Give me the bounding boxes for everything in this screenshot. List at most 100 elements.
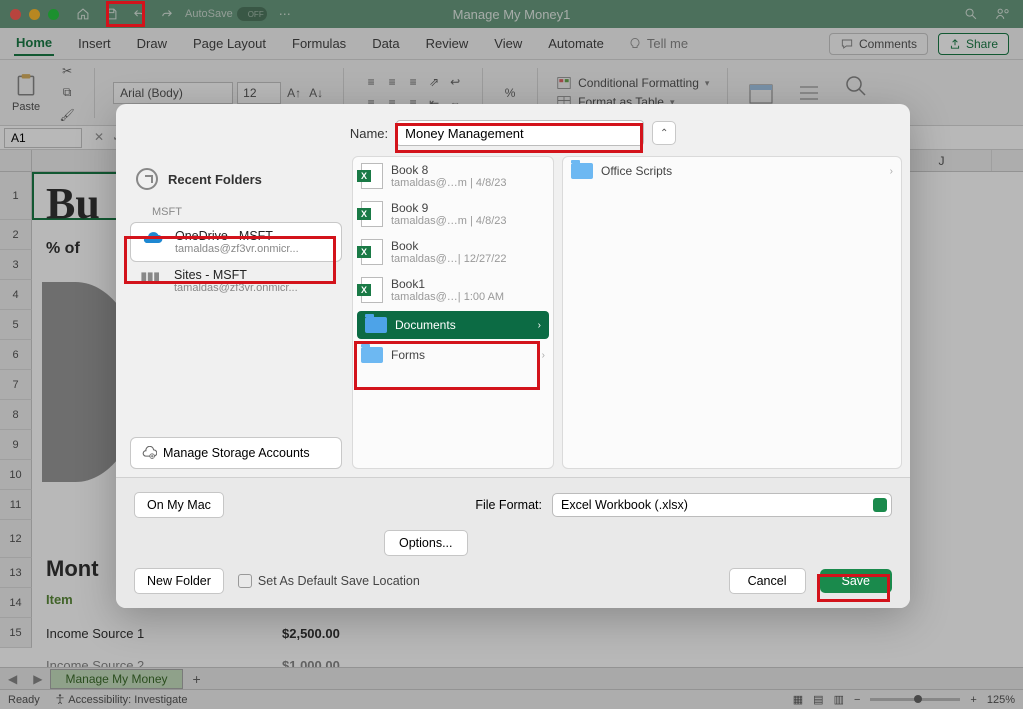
increase-font-icon[interactable]: A↑ — [285, 84, 303, 102]
save-dialog: Name: ⌃ Recent Folders MSFT OneDrive - M… — [116, 104, 910, 608]
tab-page-layout[interactable]: Page Layout — [191, 32, 268, 55]
file-item[interactable]: Book 9tamaldas@…m | 4/8/23 — [353, 195, 553, 233]
cut-icon[interactable]: ✂ — [58, 62, 76, 80]
default-location-checkbox[interactable]: Set As Default Save Location — [238, 574, 420, 588]
row-15[interactable]: 15 — [0, 618, 32, 648]
zoom-slider[interactable] — [870, 698, 960, 701]
document-title: Manage My Money1 — [453, 7, 571, 22]
folder-documents[interactable]: Documents › — [357, 311, 549, 339]
view-page-break-icon[interactable]: ▥ — [834, 693, 844, 706]
cancel-button[interactable]: Cancel — [729, 568, 806, 594]
folder-office-scripts[interactable]: Office Scripts › — [563, 157, 901, 185]
expand-dialog-icon[interactable]: ⌃ — [652, 121, 676, 145]
tab-home[interactable]: Home — [14, 31, 54, 56]
redo-icon[interactable] — [157, 4, 177, 24]
pct-label: % of — [46, 240, 80, 258]
sheet-nav-next-icon[interactable]: ▶ — [25, 672, 50, 686]
folder-icon — [361, 347, 383, 363]
paste-group[interactable]: Paste — [12, 72, 40, 113]
row-9[interactable]: 9 — [0, 430, 32, 460]
add-sheet-icon[interactable]: + — [183, 671, 211, 687]
row-13[interactable]: 13 — [0, 558, 32, 588]
filename-input[interactable] — [396, 120, 644, 146]
zoom-window-icon[interactable] — [48, 9, 59, 20]
folder-forms[interactable]: Forms › — [353, 341, 553, 369]
tab-formulas[interactable]: Formulas — [290, 32, 348, 55]
manage-storage-button[interactable]: Manage Storage Accounts — [130, 437, 342, 469]
orientation-icon[interactable]: ⇗ — [425, 73, 443, 91]
manage-storage-label: Manage Storage Accounts — [163, 446, 310, 460]
accessibility-status[interactable]: Accessibility: Investigate — [54, 693, 188, 706]
row-4[interactable]: 4 — [0, 280, 32, 310]
file-item[interactable]: Book1tamaldas@…| 1:00 AM — [353, 271, 553, 309]
conditional-formatting-button[interactable]: Conditional Formatting ▾ — [556, 76, 709, 90]
sheet-nav-prev-icon[interactable]: ◀ — [0, 672, 25, 686]
font-size-select[interactable]: 12 — [237, 82, 281, 104]
status-ready: Ready — [8, 694, 40, 706]
undo-icon[interactable] — [129, 4, 149, 24]
file-format-select[interactable]: Excel Workbook (.xlsx) — [552, 493, 892, 517]
overflow-icon[interactable]: ⋯ — [275, 4, 295, 24]
on-my-mac-button[interactable]: On My Mac — [134, 492, 224, 518]
row-6[interactable]: 6 — [0, 340, 32, 370]
chevron-right-icon: › — [890, 166, 893, 177]
view-normal-icon[interactable]: ▦ — [793, 693, 803, 706]
row-10[interactable]: 10 — [0, 460, 32, 490]
row-5[interactable]: 5 — [0, 310, 32, 340]
row-7[interactable]: 7 — [0, 370, 32, 400]
autosave-toggle[interactable]: AutoSave OFF — [185, 7, 267, 21]
view-page-layout-icon[interactable]: ▤ — [813, 693, 823, 706]
row-1[interactable]: 1 — [0, 172, 32, 220]
new-folder-button[interactable]: New Folder — [134, 568, 224, 594]
options-button[interactable]: Options... — [384, 530, 468, 556]
minimize-window-icon[interactable] — [29, 9, 40, 20]
percent-icon[interactable]: % — [501, 84, 519, 102]
file-item[interactable]: Book 8tamaldas@…m | 4/8/23 — [353, 157, 553, 195]
tab-insert[interactable]: Insert — [76, 32, 113, 55]
align-top-icon[interactable]: ≡ — [362, 73, 380, 91]
row-3[interactable]: 3 — [0, 250, 32, 280]
align-middle-icon[interactable]: ≡ — [383, 73, 401, 91]
save-button[interactable]: Save — [820, 569, 893, 593]
recent-folders[interactable]: Recent Folders — [130, 160, 342, 198]
wrap-icon[interactable]: ↩ — [446, 73, 464, 91]
format-painter-icon[interactable]: 🖌 — [58, 106, 76, 124]
copy-icon[interactable]: ⧉ — [58, 84, 76, 102]
tab-review[interactable]: Review — [424, 32, 471, 55]
font-name-select[interactable]: Arial (Body) — [113, 82, 233, 104]
save-icon[interactable] — [101, 4, 121, 24]
zoom-level[interactable]: 125% — [987, 694, 1015, 706]
monthly-heading: Mont — [46, 556, 99, 582]
tell-me[interactable]: Tell me — [628, 36, 688, 51]
comments-button[interactable]: Comments — [829, 33, 928, 55]
file-item[interactable]: Booktamaldas@…| 12/27/22 — [353, 233, 553, 271]
zoom-out-icon[interactable]: − — [854, 694, 860, 706]
sheet-tab-active[interactable]: Manage My Money — [50, 669, 182, 689]
row-2[interactable]: 2 — [0, 220, 32, 250]
tab-view[interactable]: View — [492, 32, 524, 55]
sharepoint-icon — [138, 268, 164, 288]
row-14[interactable]: 14 — [0, 588, 32, 618]
name-box[interactable]: A1 — [4, 128, 82, 148]
editing-icon[interactable] — [794, 79, 824, 107]
name-label: Name: — [350, 126, 388, 141]
align-bottom-icon[interactable]: ≡ — [404, 73, 422, 91]
decrease-font-icon[interactable]: A↓ — [307, 84, 325, 102]
zoom-in-icon[interactable]: + — [970, 694, 976, 706]
insert-cells-icon[interactable] — [746, 79, 776, 107]
row-11[interactable]: 11 — [0, 490, 32, 520]
tab-automate[interactable]: Automate — [546, 32, 606, 55]
tab-data[interactable]: Data — [370, 32, 401, 55]
location-sites[interactable]: Sites - MSFT tamaldas@zf3vr.onmicr... — [130, 262, 342, 300]
row-8[interactable]: 8 — [0, 400, 32, 430]
search-icon[interactable] — [961, 4, 981, 24]
row-12[interactable]: 12 — [0, 520, 32, 558]
share-button[interactable]: Share — [938, 33, 1009, 55]
location-onedrive[interactable]: OneDrive - MSFT tamaldas@zf3vr.onmicr... — [130, 222, 342, 262]
onedrive-title: OneDrive - MSFT — [175, 229, 299, 243]
home-icon[interactable] — [73, 4, 93, 24]
close-window-icon[interactable] — [10, 9, 21, 20]
presence-icon[interactable] — [993, 4, 1013, 24]
cancel-formula-icon[interactable]: ✕ — [94, 130, 104, 145]
tab-draw[interactable]: Draw — [135, 32, 169, 55]
